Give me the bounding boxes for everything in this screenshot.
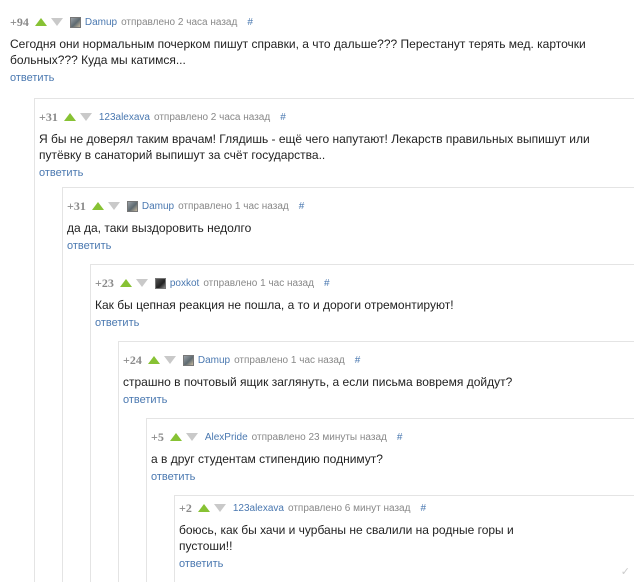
upvote-arrow-icon[interactable] bbox=[197, 504, 210, 512]
permalink[interactable]: # bbox=[420, 503, 426, 514]
reply-link[interactable]: ответить bbox=[67, 240, 111, 252]
downvote-arrow-icon[interactable] bbox=[213, 504, 226, 512]
author-link[interactable]: poxkot bbox=[170, 278, 199, 289]
user-avatar-icon bbox=[69, 16, 81, 28]
upvote-arrow-icon[interactable] bbox=[34, 18, 47, 26]
comment-meta: +94 Damup отправлено 2 часа назад # bbox=[10, 14, 634, 30]
downvote-arrow-icon[interactable] bbox=[79, 113, 92, 121]
posted-time: отправлено 1 час назад bbox=[203, 277, 314, 289]
posted-time: отправлено 1 час назад bbox=[178, 200, 289, 212]
reply-link[interactable]: ответить bbox=[10, 72, 54, 84]
downvote-arrow-icon[interactable] bbox=[135, 279, 148, 287]
comment-meta: +5 AlexPride отправлено 23 минуты назад … bbox=[151, 429, 634, 445]
comment-text: а в друг студентам стипендию поднимут? bbox=[151, 452, 383, 466]
comment-text: страшно в почтовый ящик заглянуть, а есл… bbox=[123, 375, 513, 389]
comment: +2 123alexava отправлено 6 минут назад #… bbox=[174, 495, 634, 582]
reply-link[interactable]: ответить bbox=[123, 394, 167, 406]
comment-score: +31 bbox=[67, 198, 86, 213]
user-avatar-icon bbox=[154, 277, 166, 289]
upvote-arrow-icon[interactable] bbox=[119, 279, 132, 287]
author-link[interactable]: 123alexava bbox=[99, 112, 150, 123]
comment-meta: +31 Damup отправлено 1 час назад # bbox=[67, 198, 634, 214]
upvote-arrow-icon[interactable] bbox=[91, 202, 104, 210]
reply-link[interactable]: ответить bbox=[179, 558, 223, 570]
comment-score: +24 bbox=[123, 352, 142, 367]
comment-score: +94 bbox=[10, 14, 29, 29]
user-avatar-icon bbox=[126, 200, 138, 212]
comment-score: +31 bbox=[39, 109, 58, 124]
comment-thread: +94 Damup отправлено 2 часа назад # Сего… bbox=[0, 0, 640, 582]
comment-text: да да, таки выздоровить недолго bbox=[67, 221, 252, 235]
posted-time: отправлено 2 часа назад bbox=[121, 16, 238, 28]
posted-time: отправлено 6 минут назад bbox=[288, 502, 411, 514]
corner-mark-icon: ✓ bbox=[620, 566, 630, 578]
comment-meta: +23 poxkot отправлено 1 час назад # bbox=[95, 275, 634, 291]
downvote-arrow-icon[interactable] bbox=[185, 433, 198, 441]
comment-text: Я бы не доверял таким врачам! Глядишь - … bbox=[39, 132, 590, 162]
author-link[interactable]: Damup bbox=[85, 17, 117, 28]
reply-link[interactable]: ответить bbox=[95, 317, 139, 329]
author-link[interactable]: Damup bbox=[142, 201, 174, 212]
comment-meta: +24 Damup отправлено 1 час назад # bbox=[123, 352, 634, 368]
comment-score: +2 bbox=[179, 500, 192, 515]
downvote-arrow-icon[interactable] bbox=[163, 356, 176, 364]
comment-score: +23 bbox=[95, 275, 114, 290]
comment-score: +5 bbox=[151, 429, 164, 444]
permalink[interactable]: # bbox=[355, 355, 361, 366]
comment-text: Как бы цепная реакция не пошла, а то и д… bbox=[95, 298, 454, 312]
upvote-arrow-icon[interactable] bbox=[169, 433, 182, 441]
permalink[interactable]: # bbox=[280, 112, 286, 123]
comment-text: Сегодня они нормальным почерком пишут сп… bbox=[10, 37, 586, 67]
reply-link[interactable]: ответить bbox=[151, 471, 195, 483]
author-link[interactable]: 123alexava bbox=[233, 503, 284, 514]
posted-time: отправлено 23 минуты назад bbox=[251, 431, 387, 443]
user-avatar-icon bbox=[182, 354, 194, 366]
posted-time: отправлено 2 часа назад bbox=[154, 111, 271, 123]
permalink[interactable]: # bbox=[299, 201, 305, 212]
posted-time: отправлено 1 час назад bbox=[234, 354, 345, 366]
permalink[interactable]: # bbox=[247, 17, 253, 28]
upvote-arrow-icon[interactable] bbox=[63, 113, 76, 121]
permalink[interactable]: # bbox=[397, 432, 403, 443]
upvote-arrow-icon[interactable] bbox=[147, 356, 160, 364]
downvote-arrow-icon[interactable] bbox=[107, 202, 120, 210]
comment-text: боюсь, как бы хачи и чурбаны не свалили … bbox=[179, 523, 514, 553]
comment: +94 Damup отправлено 2 часа назад # Сего… bbox=[6, 14, 634, 86]
permalink[interactable]: # bbox=[324, 278, 330, 289]
comment-meta: +2 123alexava отправлено 6 минут назад # bbox=[179, 500, 634, 516]
author-link[interactable]: Damup bbox=[198, 355, 230, 366]
reply-link[interactable]: ответить bbox=[39, 167, 83, 179]
author-link[interactable]: AlexPride bbox=[205, 432, 248, 443]
comment-meta: +31 123alexava отправлено 2 часа назад # bbox=[39, 109, 634, 125]
downvote-arrow-icon[interactable] bbox=[50, 18, 63, 26]
